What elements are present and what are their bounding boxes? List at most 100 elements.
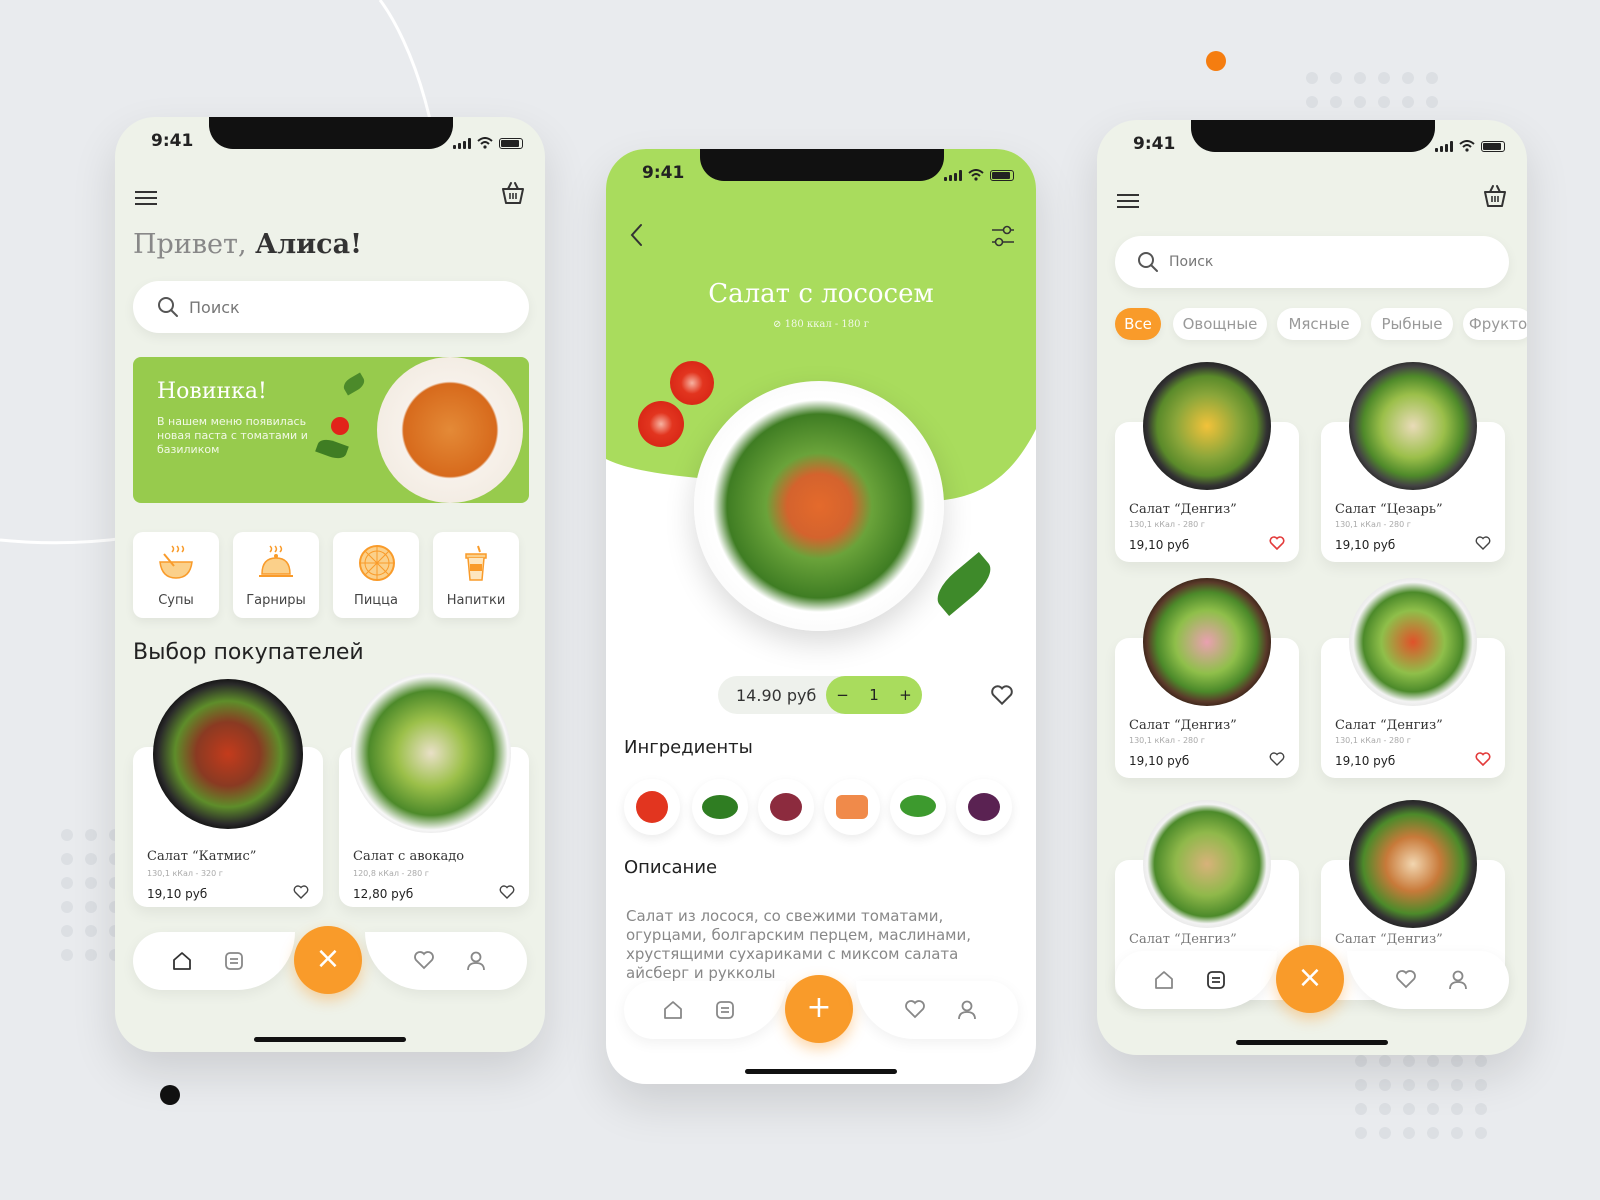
- category-label: Супы: [158, 593, 194, 608]
- promo-banner[interactable]: Новинка! В нашем меню появилась новая па…: [133, 357, 529, 503]
- category-label: Напитки: [446, 593, 506, 608]
- product-price: 12,80 руб: [353, 887, 414, 901]
- product-subtitle: ⊘ 180 ккал - 180 г: [773, 319, 869, 330]
- status-icons: [453, 137, 523, 149]
- search-input[interactable]: Поиск: [133, 281, 529, 333]
- ingredient-onion-icon[interactable]: [758, 779, 814, 835]
- orders-icon[interactable]: [1205, 969, 1227, 991]
- filter-settings-icon[interactable]: [990, 223, 1016, 249]
- notch: [1191, 120, 1435, 152]
- wifi-icon: [1459, 140, 1475, 152]
- product-name: Салат “Денгиз”: [1129, 718, 1237, 733]
- tab-bar-right: [1347, 951, 1509, 1009]
- heart-icon[interactable]: [1475, 752, 1491, 766]
- ingredient-spinach-icon[interactable]: [692, 779, 748, 835]
- basket-icon[interactable]: [1481, 182, 1509, 210]
- close-fab-button[interactable]: ×: [1276, 945, 1344, 1013]
- greeting-prefix: Привет,: [133, 229, 247, 260]
- black-dot: [160, 1085, 180, 1105]
- product-price: 19,10 руб: [1129, 538, 1190, 552]
- favorites-icon[interactable]: [413, 950, 435, 970]
- tab-bar-left: [1115, 951, 1277, 1009]
- close-fab-button[interactable]: ×: [294, 926, 362, 994]
- basket-icon[interactable]: [499, 179, 527, 207]
- category-drinks[interactable]: Напитки: [433, 532, 519, 618]
- ingredient-parsley-icon[interactable]: [890, 779, 946, 835]
- filter-chip-all[interactable]: Все: [1115, 308, 1161, 340]
- status-time: 9:41: [151, 131, 194, 151]
- section-title: Выбор покупателей: [133, 640, 364, 665]
- category-soups[interactable]: Супы: [133, 532, 219, 618]
- favorites-icon[interactable]: [904, 999, 926, 1019]
- wifi-icon: [477, 137, 493, 149]
- search-icon: [158, 297, 178, 317]
- search-placeholder: Поиск: [189, 297, 240, 317]
- decrement-button[interactable]: −: [836, 686, 849, 704]
- drink-icon: [465, 545, 487, 581]
- product-meta: 130,1 кКал - 280 г: [1129, 736, 1205, 745]
- filter-chip-meat[interactable]: Мясные: [1277, 308, 1361, 340]
- quantity-stepper[interactable]: − 1 +: [826, 676, 922, 714]
- promo-text: В нашем меню появилась новая паста с том…: [157, 415, 308, 456]
- phone-product-detail: 9:41 Салат с лососем ⊘ 180 ккал - 180 г …: [606, 149, 1036, 1084]
- salad-bowl-image: [1349, 800, 1477, 928]
- greeting-name: Алиса!: [255, 229, 362, 260]
- product-price: 19,10 руб: [1335, 538, 1396, 552]
- salad-bowl-image: [1349, 362, 1477, 490]
- filter-chip-vegetable[interactable]: Овощные: [1173, 308, 1267, 340]
- profile-icon[interactable]: [956, 999, 978, 1021]
- product-name: Салат “Цезарь”: [1335, 502, 1443, 517]
- product-name: Салат “Денгиз”: [1129, 932, 1237, 947]
- category-label: Гарниры: [246, 593, 306, 608]
- heart-icon[interactable]: [293, 885, 309, 899]
- orders-icon[interactable]: [223, 950, 245, 972]
- product-title: Салат с лососем: [708, 279, 934, 309]
- salad-bowl-image: [1349, 578, 1477, 706]
- search-input[interactable]: Поиск: [1115, 236, 1509, 288]
- product-name: Салат с авокадо: [353, 849, 465, 864]
- profile-icon[interactable]: [1447, 969, 1469, 991]
- status-time: 9:41: [1133, 134, 1176, 154]
- orders-icon[interactable]: [714, 999, 736, 1021]
- hamburger-menu-icon[interactable]: [135, 187, 157, 209]
- filter-chip-fish[interactable]: Рыбные: [1371, 308, 1453, 340]
- heart-icon[interactable]: [1269, 752, 1285, 766]
- home-icon[interactable]: [662, 999, 684, 1021]
- ingredient-red-cabbage-icon[interactable]: [956, 779, 1012, 835]
- home-icon[interactable]: [171, 950, 193, 972]
- tab-bar-left: [624, 981, 786, 1039]
- ingredients-title: Ингредиенты: [624, 737, 753, 758]
- heart-icon[interactable]: [1269, 536, 1285, 550]
- salad-bowl-image: [1143, 362, 1271, 490]
- status-time: 9:41: [642, 163, 685, 183]
- profile-icon[interactable]: [465, 950, 487, 972]
- product-subtitle-text: 180 ккал - 180 г: [784, 319, 869, 330]
- category-sides[interactable]: Гарниры: [233, 532, 319, 618]
- back-arrow-icon[interactable]: [630, 223, 644, 247]
- home-indicator: [1236, 1040, 1388, 1045]
- heart-icon[interactable]: [990, 684, 1014, 706]
- product-meta: 130,1 кКал - 280 г: [1129, 520, 1205, 529]
- status-icons: [1435, 140, 1505, 152]
- greeting: Привет, Алиса!: [133, 229, 362, 260]
- filter-chip-fruit[interactable]: Фрукто: [1463, 308, 1527, 340]
- hamburger-menu-icon[interactable]: [1117, 190, 1139, 212]
- bottom-tab-bar: ×: [133, 926, 527, 994]
- heart-icon[interactable]: [499, 885, 515, 899]
- salad-bowl-image: [351, 673, 511, 833]
- add-to-cart-fab-button[interactable]: +: [785, 975, 853, 1043]
- ingredient-tomato-icon[interactable]: [624, 779, 680, 835]
- description-text: Салат из лосося, со свежими томатами, ог…: [626, 907, 971, 982]
- home-indicator: [745, 1069, 897, 1074]
- description-title: Описание: [624, 857, 718, 878]
- basil-leaf-image: [315, 436, 349, 462]
- ingredient-salmon-icon[interactable]: [824, 779, 880, 835]
- favorites-icon[interactable]: [1395, 969, 1417, 989]
- product-price: 19,10 руб: [1129, 754, 1190, 768]
- status-icons: [944, 169, 1014, 181]
- heart-icon[interactable]: [1475, 536, 1491, 550]
- increment-button[interactable]: +: [899, 686, 912, 704]
- home-icon[interactable]: [1153, 969, 1175, 991]
- salmon-salad-plate-image: [694, 381, 944, 631]
- category-pizza[interactable]: Пицца: [333, 532, 419, 618]
